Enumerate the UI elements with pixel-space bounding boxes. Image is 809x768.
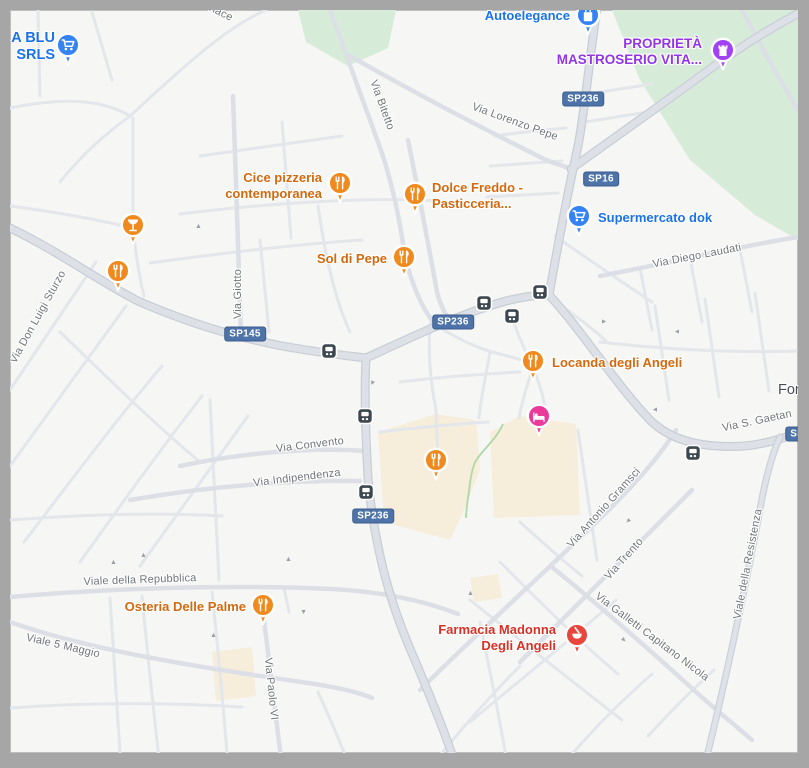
shopping-bag-icon: [573, 10, 603, 38]
one-way-arrow-icon: ▲: [210, 632, 217, 639]
poi-marker-farmacia-madonna[interactable]: [562, 621, 592, 658]
route-shield: SP236: [562, 92, 604, 107]
poi-marker-proprieta-mastroserio[interactable]: [708, 36, 738, 73]
poi-marker-bar[interactable]: [118, 211, 148, 248]
poi-label-supermercato-dok[interactable]: Supermercato dok: [598, 210, 712, 226]
poi-marker-restaurant-west[interactable]: [103, 257, 133, 294]
bed-icon: [524, 402, 554, 439]
one-way-arrow-icon: ▲: [652, 406, 659, 413]
route-shield: SP16: [583, 172, 619, 187]
poi-marker-osteria-delle-palme[interactable]: [248, 591, 278, 628]
tower-icon: [708, 36, 738, 73]
route-shield: SP145: [224, 327, 266, 342]
route-shield: SP236: [785, 427, 798, 442]
bus-stop-icon[interactable]: [685, 445, 702, 462]
bus-stop-icon[interactable]: [532, 284, 549, 301]
poi-label-a-blu-srls[interactable]: A BLU SRLS: [11, 30, 55, 65]
one-way-arrow-icon: ▲: [600, 318, 607, 325]
one-way-arrow-icon: ▲: [300, 608, 307, 615]
restaurant-icon: [518, 347, 548, 384]
poi-label-locanda-degli-angeli[interactable]: Locanda degli Angeli: [552, 355, 682, 371]
bus-stop-icon[interactable]: [476, 295, 493, 312]
restaurant-icon: [103, 257, 133, 294]
route-shield: SP236: [432, 315, 474, 330]
shopping-cart-icon: [53, 31, 83, 68]
poi-marker-a-blu-srls[interactable]: [53, 31, 83, 68]
poi-label-dolce-freddo[interactable]: Dolce Freddo - Pasticceria...: [432, 180, 523, 211]
bus-stop-icon[interactable]: [357, 408, 374, 425]
road-label: Via Giotto: [232, 269, 244, 319]
locality-label: Fon: [778, 382, 798, 398]
poi-marker-autoelegance[interactable]: [573, 10, 603, 38]
restaurant-icon: [248, 591, 278, 628]
one-way-arrow-icon: ▲: [285, 556, 292, 563]
poi-marker-sol-di-pepe[interactable]: [389, 243, 419, 280]
one-way-arrow-icon: ▲: [140, 552, 147, 559]
poi-marker-locanda-degli-angeli[interactable]: [518, 347, 548, 384]
poi-label-sol-di-pepe[interactable]: Sol di Pepe: [317, 251, 387, 267]
bus-stop-icon[interactable]: [321, 343, 338, 360]
one-way-arrow-icon: ▲: [195, 223, 202, 230]
poi-label-cice-pizzeria[interactable]: Cice pizzeria contemporanea: [225, 170, 322, 201]
route-shield: SP236: [352, 509, 394, 524]
poi-label-autoelegance[interactable]: Autoelegance: [485, 10, 570, 24]
poi-label-farmacia-madonna[interactable]: Farmacia Madonna Degli Angeli: [438, 622, 556, 653]
map-window-frame: ▲ ▲ ▲ ▲ ▲ ▲ ▲ ▲ ▲ ▲ ▲ ▲ ▲ nace Via Bitet…: [0, 0, 809, 768]
poi-marker-dolce-freddo[interactable]: [400, 180, 430, 217]
map-canvas: [10, 10, 798, 753]
poi-marker-cice-pizzeria[interactable]: [325, 169, 355, 206]
poi-marker-restaurant-center[interactable]: [421, 446, 451, 483]
bus-stop-icon[interactable]: [358, 484, 375, 501]
one-way-arrow-icon: ▲: [674, 328, 681, 335]
restaurant-icon: [400, 180, 430, 217]
poi-marker-hotel[interactable]: [524, 402, 554, 439]
pharmacy-icon: [562, 621, 592, 658]
restaurant-icon: [389, 243, 419, 280]
shopping-cart-icon: [564, 202, 594, 239]
one-way-arrow-icon: ▲: [467, 590, 474, 597]
map-stage: ▲ ▲ ▲ ▲ ▲ ▲ ▲ ▲ ▲ ▲ ▲ ▲ ▲ nace Via Bitet…: [10, 10, 798, 753]
map-viewport[interactable]: ▲ ▲ ▲ ▲ ▲ ▲ ▲ ▲ ▲ ▲ ▲ ▲ ▲ nace Via Bitet…: [10, 10, 798, 753]
restaurant-icon: [421, 446, 451, 483]
poi-label-proprieta-mastroserio[interactable]: PROPRIETÀ MASTROSERIO VITA...: [557, 36, 702, 68]
bus-stop-icon[interactable]: [504, 308, 521, 325]
bar-icon: [118, 211, 148, 248]
restaurant-icon: [325, 169, 355, 206]
poi-label-osteria-delle-palme[interactable]: Osteria Delle Palme: [125, 599, 246, 615]
one-way-arrow-icon: ▲: [110, 559, 117, 566]
poi-marker-supermercato-dok[interactable]: [564, 202, 594, 239]
